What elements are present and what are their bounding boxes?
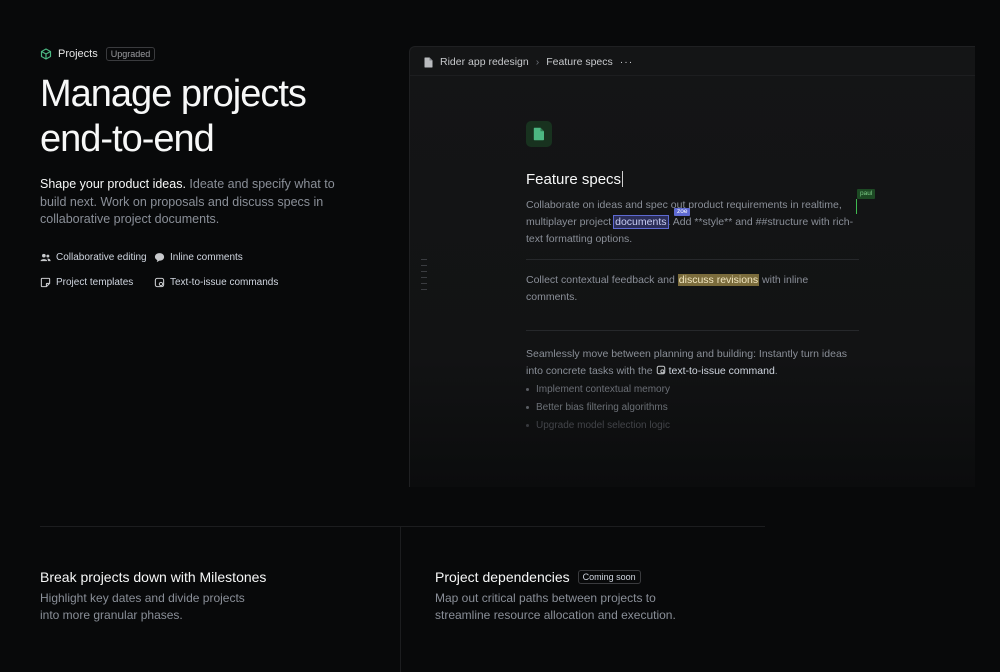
dependencies-card: Project dependencies Coming soon Map out… — [435, 569, 695, 624]
section-divider — [40, 526, 765, 527]
feature-collaborative-editing: Collaborative editing — [40, 252, 147, 263]
text-to-issue-command[interactable]: text-to-issue command — [669, 365, 775, 377]
issue-command-icon — [154, 277, 165, 288]
bullet-icon — [526, 388, 529, 391]
comment-icon — [154, 253, 165, 263]
section-eyebrow: Projects Upgraded — [40, 47, 156, 61]
document-glyph-icon — [533, 127, 544, 141]
feature-label: Collaborative editing — [56, 252, 147, 263]
lede-strong: Shape your product ideas. — [40, 177, 186, 191]
paragraph-collaborate[interactable]: Collaborate on ideas and spec out produc… — [526, 197, 860, 248]
chevron-right-icon: › — [535, 56, 540, 68]
dependencies-description: Map out critical paths between projects … — [435, 591, 676, 622]
feature-inline-comments: Inline comments — [154, 252, 243, 263]
feature-label: Text-to-issue commands — [170, 277, 279, 288]
breadcrumb-project[interactable]: Rider app redesign — [440, 56, 529, 68]
bullet-icon — [526, 424, 529, 427]
document-title[interactable]: Feature specs — [526, 171, 624, 188]
more-options-icon[interactable]: ··· — [620, 56, 634, 68]
breadcrumb: Rider app redesign › Feature specs ··· — [424, 56, 633, 68]
cursor-label-paul: paul — [857, 189, 876, 199]
divider — [526, 259, 859, 260]
people-icon — [40, 253, 51, 262]
list-item[interactable]: Implement contextual memory — [526, 384, 670, 395]
feature-text-to-issue: Text-to-issue commands — [154, 277, 278, 288]
highlight-documents: documents — [613, 215, 669, 229]
cursor-paul — [856, 199, 857, 214]
issue-command-icon — [656, 365, 665, 375]
eyebrow-label: Projects — [58, 48, 98, 60]
dependencies-title: Project dependencies Coming soon — [435, 569, 695, 585]
feature-label: Project templates — [56, 277, 134, 288]
template-icon — [40, 277, 51, 288]
milestones-description: Highlight key dates and divide projects … — [40, 591, 245, 622]
list-item[interactable]: Upgrade model selection logic — [526, 420, 670, 431]
list-item[interactable]: Better bias filtering algorithms — [526, 402, 668, 413]
coming-soon-badge: Coming soon — [577, 570, 641, 584]
cube-icon — [40, 48, 52, 60]
feature-project-templates: Project templates — [40, 277, 133, 288]
hero-description: Shape your product ideas. Ideate and spe… — [40, 176, 340, 229]
document-icon — [424, 57, 433, 67]
cursor-label-zoe: zoe — [674, 208, 691, 216]
breadcrumb-document[interactable]: Feature specs — [546, 56, 613, 68]
document-icon[interactable] — [526, 121, 552, 147]
milestones-card: Break projects down with Milestones High… — [40, 569, 266, 624]
text-caret — [622, 171, 624, 187]
document-editor-window: Rider app redesign › Feature specs ··· F… — [409, 46, 975, 487]
page-title: Manage projects end-to-end — [40, 73, 307, 160]
column-divider — [400, 527, 401, 672]
outline-gutter[interactable] — [421, 259, 427, 295]
upgraded-badge: Upgraded — [105, 47, 156, 61]
milestones-title: Break projects down with Milestones — [40, 569, 267, 585]
toolbar-divider — [410, 75, 975, 76]
paragraph-feedback[interactable]: Collect contextual feedback and discuss … — [526, 272, 860, 306]
feature-label: Inline comments — [170, 252, 243, 263]
highlight-discuss-revisions[interactable]: discuss revisions — [677, 274, 760, 286]
paragraph-planning[interactable]: Seamlessly move between planning and bui… — [526, 330, 860, 380]
bullet-icon — [526, 406, 529, 409]
